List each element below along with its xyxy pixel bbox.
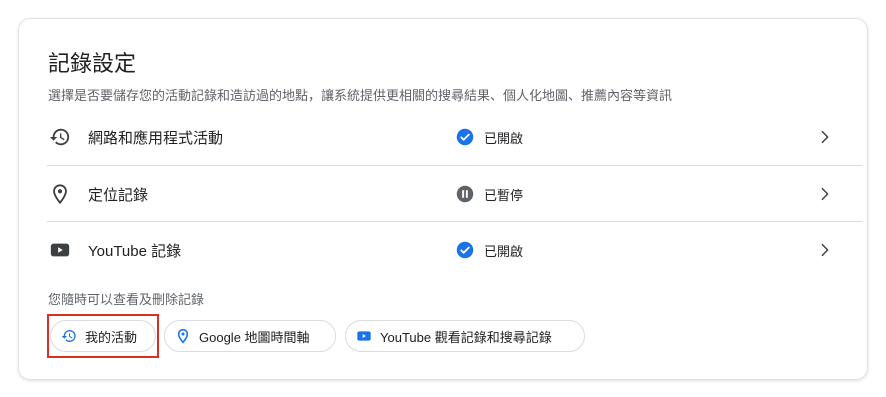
chip-label: Google 地圖時間軸 [199,329,310,345]
pause-circle-icon [456,185,474,203]
status: 已開啟 [456,128,523,147]
row-youtube-history[interactable]: YouTube 記錄 已開啟 [19,222,863,278]
chevron-right-icon [817,186,833,202]
row-location-history[interactable]: 定位記錄 已暫停 [19,166,863,222]
check-circle-icon [456,241,474,259]
youtube-icon [356,328,372,344]
status: 已開啟 [456,241,523,260]
row-label: 網路和應用程式活動 [88,129,224,147]
activity-controls-card: 記錄設定 選擇是否要儲存您的活動記錄和造訪過的地點，讓系統提供更相關的搜尋結果、… [18,18,868,380]
chip-label: 我的活動 [85,329,138,345]
youtube-icon [49,239,71,261]
page-subtitle: 選擇是否要儲存您的活動記錄和造訪過的地點，讓系統提供更相關的搜尋結果、個人化地圖… [48,88,673,103]
maps-timeline-chip[interactable]: Google 地圖時間軸 [164,320,336,352]
check-circle-icon [456,128,474,146]
location-pin-icon [49,183,71,205]
location-pin-icon [175,328,191,344]
history-icon [49,126,71,148]
chip-label: YouTube 觀看記錄和搜尋記錄 [380,329,552,345]
page-title: 記錄設定 [48,51,137,76]
my-activity-chip[interactable]: 我的活動 [50,320,156,352]
youtube-history-chip[interactable]: YouTube 觀看記錄和搜尋記錄 [345,320,585,352]
status-text: 已暫停 [484,187,524,203]
row-web-app-activity[interactable]: 網路和應用程式活動 已開啟 [19,109,863,165]
chevron-right-icon [817,129,833,145]
status-text: 已開啟 [484,243,524,259]
review-caption: 您隨時可以查看及刪除記錄 [48,292,205,307]
status: 已暫停 [456,185,523,204]
history-icon [61,328,77,344]
chevron-right-icon [817,242,833,258]
row-label: YouTube 記錄 [88,242,182,260]
status-text: 已開啟 [484,130,524,146]
row-label: 定位記錄 [88,186,149,204]
